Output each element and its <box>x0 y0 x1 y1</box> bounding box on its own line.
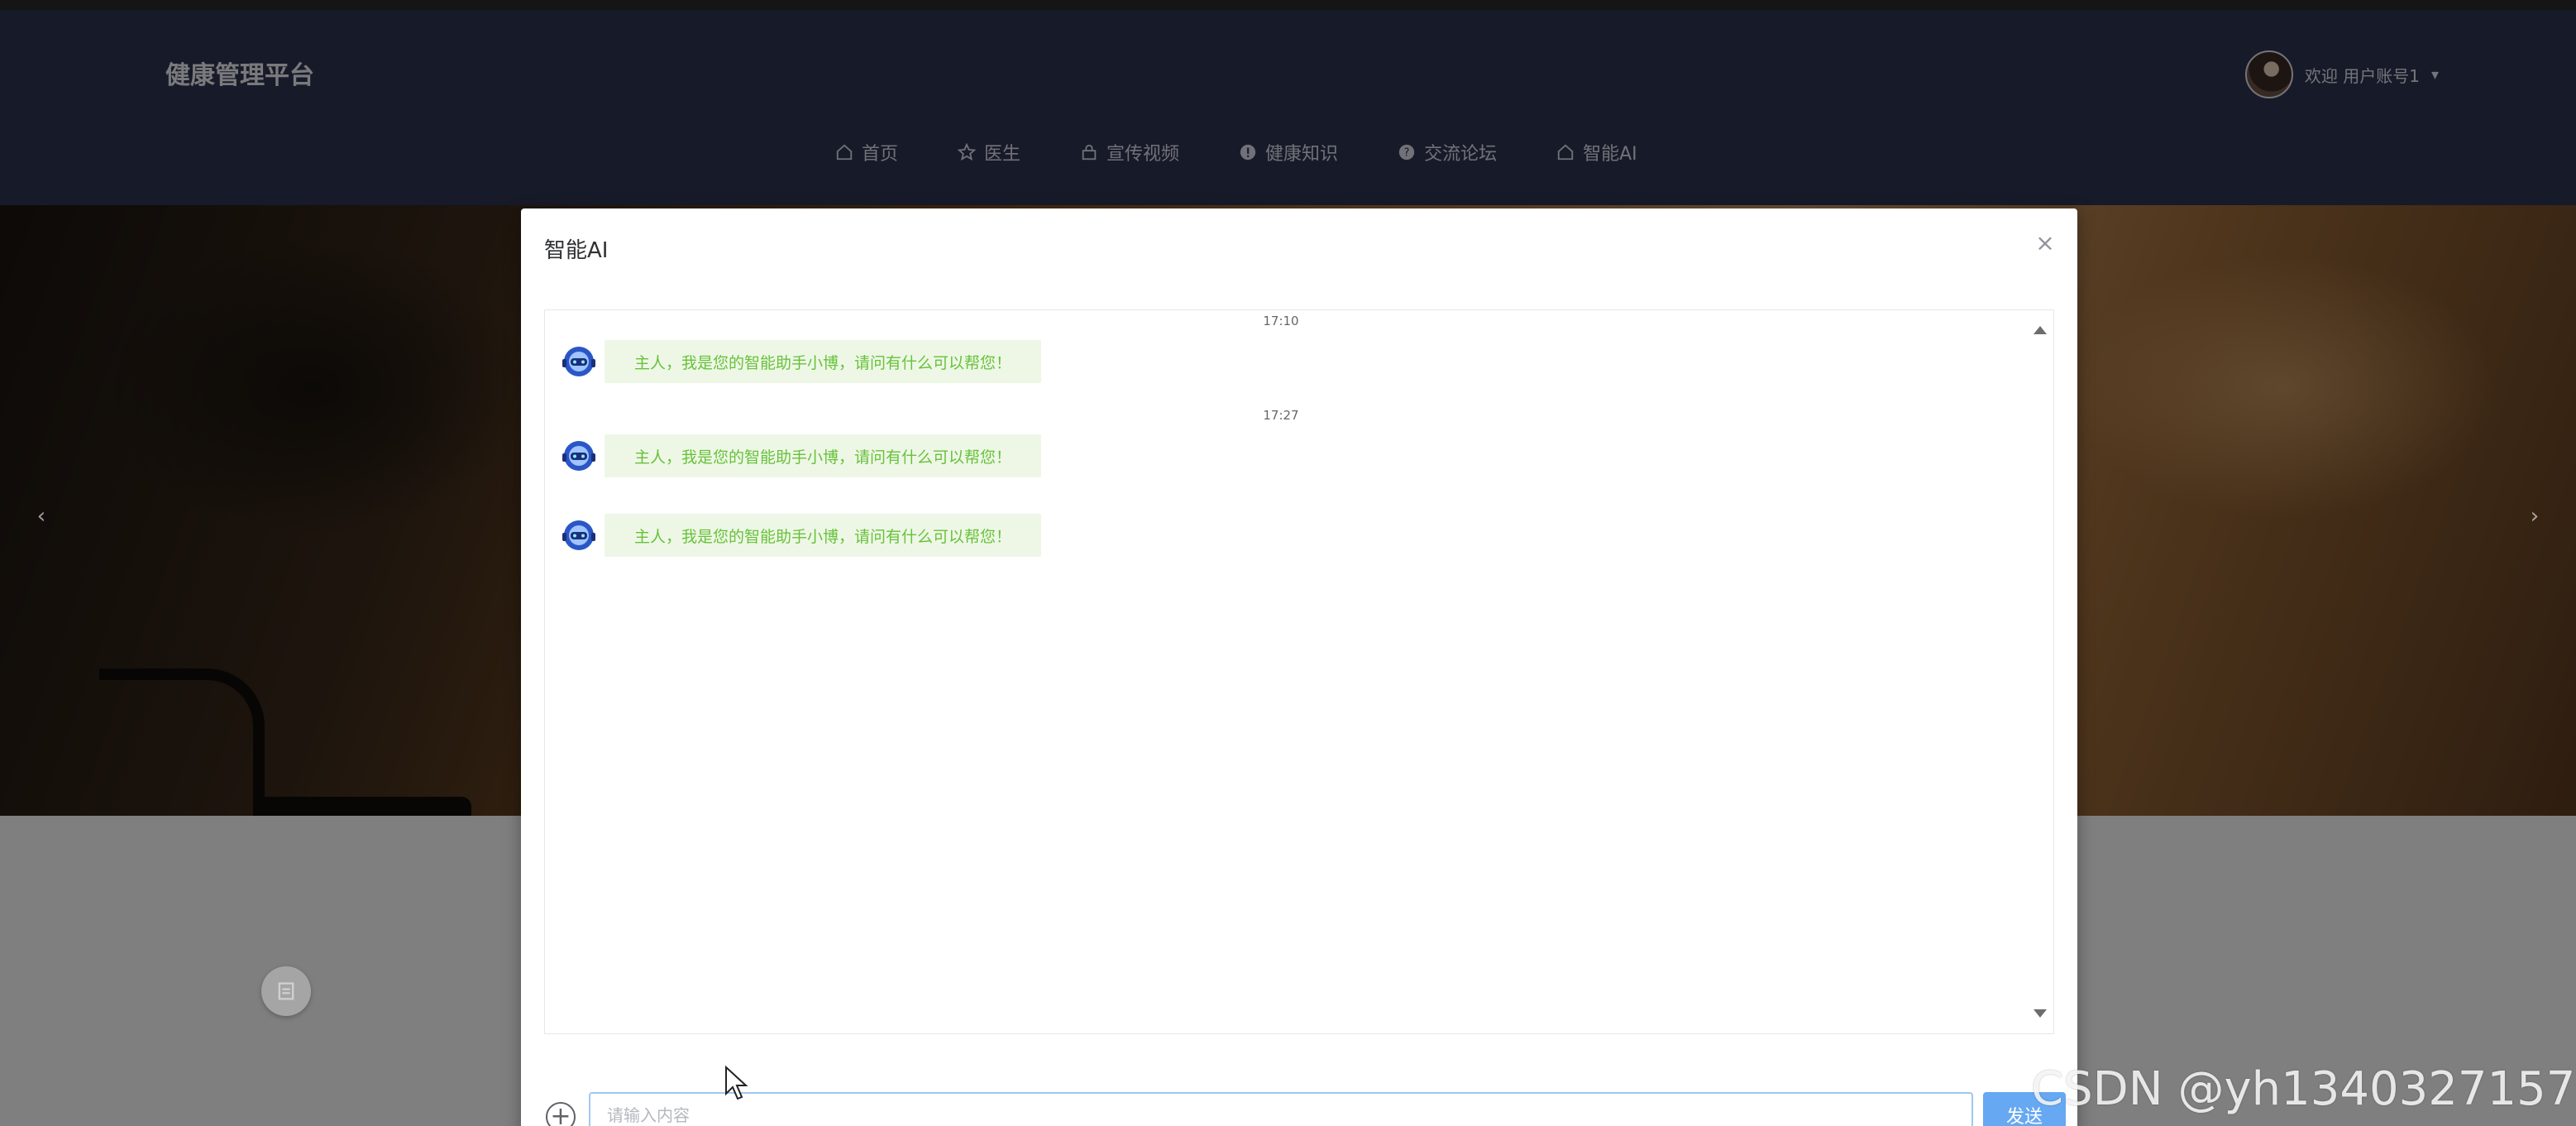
robot-avatar-icon <box>560 437 598 475</box>
message-timestamp: 17:27 <box>1263 408 1299 423</box>
carousel-prev-icon[interactable]: ‹ <box>22 496 61 536</box>
window-top-border <box>0 0 2576 10</box>
floating-action-button[interactable] <box>261 966 311 1016</box>
chat-message: 主人，我是您的智能助手小博，请问有什么可以帮您！ <box>560 340 1041 383</box>
add-attachment-button[interactable]: + <box>546 1102 576 1126</box>
close-icon[interactable]: × <box>2033 229 2057 256</box>
bot-message-bubble: 主人，我是您的智能助手小博，请问有什么可以帮您！ <box>605 434 1041 477</box>
ai-chat-dialog: 智能AI × 17:10 主人，我是您的智能助手小博，请问有什么可以帮您！ 17… <box>521 208 2077 1126</box>
watermark: CSDN @yh1340327157 <box>2031 1062 2576 1116</box>
page: 健康管理平台 首页 医生 宣传视频 <box>0 10 2576 1126</box>
scroll-down-icon[interactable] <box>2032 1005 2048 1022</box>
dialog-title: 智能AI <box>544 238 609 263</box>
chat-input-row: + 发送 <box>544 1092 2066 1126</box>
chat-message: 主人，我是您的智能助手小博，请问有什么可以帮您！ <box>560 434 1041 477</box>
robot-avatar-icon <box>560 516 598 554</box>
mouse-cursor-icon <box>725 1066 748 1100</box>
bot-message-bubble: 主人，我是您的智能助手小博，请问有什么可以帮您！ <box>605 514 1041 557</box>
chat-history[interactable]: 17:10 主人，我是您的智能助手小博，请问有什么可以帮您！ 17:27 主人，… <box>544 309 2054 1034</box>
message-input[interactable] <box>589 1092 1973 1126</box>
bot-message-bubble: 主人，我是您的智能助手小博，请问有什么可以帮您！ <box>605 340 1041 383</box>
document-icon <box>278 982 294 1000</box>
carousel-next-icon[interactable]: › <box>2515 496 2554 536</box>
chat-message: 主人，我是您的智能助手小博，请问有什么可以帮您！ <box>560 514 1041 557</box>
robot-avatar-icon <box>560 343 598 381</box>
message-timestamp: 17:10 <box>1263 314 1299 328</box>
scroll-up-icon[interactable] <box>2032 322 2048 338</box>
